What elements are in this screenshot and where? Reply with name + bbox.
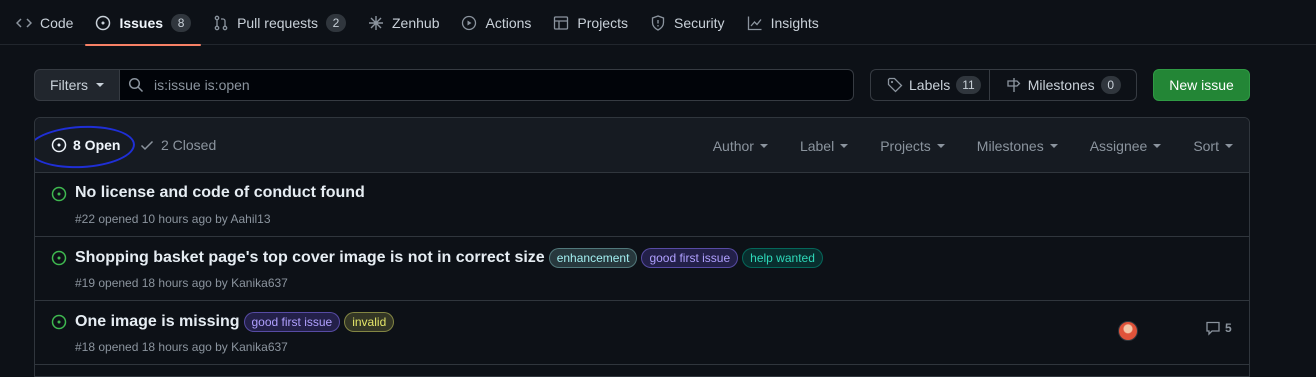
label-help-wanted[interactable]: help wanted bbox=[742, 248, 823, 268]
labels-button[interactable]: Labels 11 bbox=[871, 70, 989, 100]
tab-issues[interactable]: Issues 8 bbox=[85, 0, 201, 46]
issue-title-line: One image is missing good first issue in… bbox=[75, 312, 395, 332]
repo-nav: Code Issues 8 Pull requests 2 Zenhub Act… bbox=[0, 0, 1316, 46]
issue-meta: #18 opened 18 hours ago by Kanika637 bbox=[75, 340, 288, 354]
issue-row[interactable]: Shopping basket page's top cover image i… bbox=[35, 237, 1249, 301]
list-filters: Author Label Projects Milestones Assigne… bbox=[697, 118, 1249, 173]
tab-projects[interactable]: Projects bbox=[543, 0, 638, 45]
issue-row[interactable]: One image is missing good first issue in… bbox=[35, 301, 1249, 365]
comment-icon bbox=[1206, 321, 1220, 336]
milestones-count-badge: 0 bbox=[1100, 76, 1121, 94]
author-filter-label: Author bbox=[712, 137, 754, 154]
issues-toolbar: Filters Labels 11 Milestones 0 New issue bbox=[34, 69, 1250, 101]
issue-title-link[interactable]: One image is missing bbox=[75, 313, 240, 331]
chevron-down-icon bbox=[840, 143, 849, 148]
closed-count-label: 2 Closed bbox=[161, 137, 217, 153]
issues-list: 8 Open 2 Closed Author Label Projects Mi… bbox=[34, 117, 1250, 377]
label-filter-label: Label bbox=[799, 137, 835, 154]
issue-title-link[interactable]: Shopping basket page's top cover image i… bbox=[75, 249, 545, 267]
chevron-down-icon bbox=[759, 143, 768, 148]
table-icon bbox=[554, 15, 569, 30]
sort-filter[interactable]: Sort bbox=[1177, 138, 1249, 154]
issue-opened-icon bbox=[51, 250, 67, 266]
issue-meta: #19 opened 18 hours ago by Kanika637 bbox=[75, 276, 288, 290]
new-issue-button[interactable]: New issue bbox=[1153, 69, 1250, 101]
filters-button[interactable]: Filters bbox=[34, 69, 120, 101]
issue-row[interactable]: No license and code of conduct found #22… bbox=[35, 173, 1249, 237]
chevron-down-icon bbox=[96, 83, 105, 87]
label-invalid[interactable]: invalid bbox=[344, 312, 395, 332]
labels-count-badge: 11 bbox=[956, 76, 981, 94]
issues-list-header: 8 Open 2 Closed Author Label Projects Mi… bbox=[35, 118, 1249, 173]
issue-title-line: No license and code of conduct found bbox=[75, 184, 365, 202]
tab-code[interactable]: Code bbox=[6, 0, 83, 45]
check-icon bbox=[140, 140, 154, 151]
tab-zenhub-label: Zenhub bbox=[392, 14, 440, 31]
git-pull-request-icon bbox=[214, 15, 228, 30]
chevron-down-icon bbox=[1153, 143, 1162, 148]
comment-count: 5 bbox=[1225, 321, 1232, 335]
tab-pull-requests[interactable]: Pull requests 2 bbox=[203, 0, 356, 45]
issue-opened-icon bbox=[96, 15, 111, 30]
pull-requests-count-badge: 2 bbox=[326, 13, 346, 32]
assignee-filter[interactable]: Assignee bbox=[1074, 138, 1178, 154]
tab-code-label: Code bbox=[40, 14, 74, 31]
search-input[interactable] bbox=[154, 77, 834, 93]
issue-title-line: Shopping basket page's top cover image i… bbox=[75, 248, 823, 268]
author-filter[interactable]: Author bbox=[697, 138, 784, 154]
milestones-filter-label: Milestones bbox=[976, 137, 1044, 154]
play-icon bbox=[462, 15, 477, 30]
assignee-avatar[interactable] bbox=[1118, 321, 1138, 341]
graph-icon bbox=[747, 16, 762, 30]
code-icon bbox=[16, 17, 32, 28]
tab-actions-label: Actions bbox=[485, 14, 532, 31]
tab-insights[interactable]: Insights bbox=[737, 0, 829, 45]
tab-projects-label: Projects bbox=[577, 14, 628, 31]
open-count-label: 8 Open bbox=[73, 137, 121, 153]
label-good-first-issue[interactable]: good first issue bbox=[243, 312, 341, 332]
tab-issues-label: Issues bbox=[119, 14, 164, 31]
sort-filter-label: Sort bbox=[1193, 137, 1219, 154]
label-good-first-issue[interactable]: good first issue bbox=[641, 248, 739, 268]
issue-search bbox=[119, 69, 854, 101]
chevron-down-icon bbox=[1049, 143, 1058, 148]
comments-link[interactable]: 5 bbox=[1205, 320, 1232, 336]
projects-filter[interactable]: Projects bbox=[864, 138, 961, 154]
tab-zenhub[interactable]: Zenhub bbox=[358, 0, 449, 45]
tab-actions[interactable]: Actions bbox=[451, 0, 541, 45]
milestone-icon bbox=[1007, 78, 1021, 92]
assignee-filter-label: Assignee bbox=[1089, 137, 1148, 154]
zenhub-icon bbox=[369, 15, 383, 30]
projects-filter-label: Projects bbox=[880, 137, 931, 154]
issues-count-badge: 8 bbox=[171, 13, 192, 32]
closed-issues-filter[interactable]: 2 Closed bbox=[139, 137, 216, 153]
tab-insights-label: Insights bbox=[770, 14, 819, 31]
issue-opened-icon bbox=[51, 186, 67, 202]
search-icon bbox=[128, 77, 144, 93]
issue-opened-icon bbox=[51, 137, 67, 153]
open-issues-filter[interactable]: 8 Open bbox=[51, 137, 120, 153]
label-enhancement[interactable]: enhancement bbox=[548, 248, 638, 268]
tab-security[interactable]: Security bbox=[640, 0, 735, 45]
labels-milestones-group: Labels 11 Milestones 0 bbox=[870, 69, 1137, 101]
milestones-filter[interactable]: Milestones bbox=[961, 138, 1074, 154]
chevron-down-icon bbox=[1225, 143, 1233, 148]
issue-title-link[interactable]: No license and code of conduct found bbox=[75, 184, 365, 202]
tag-icon bbox=[887, 77, 903, 93]
shield-icon bbox=[651, 14, 665, 31]
tab-security-label: Security bbox=[673, 14, 725, 31]
tab-pull-requests-label: Pull requests bbox=[237, 14, 318, 31]
issue-meta: #22 opened 10 hours ago by Aahil13 bbox=[75, 212, 271, 226]
filters-label: Filters bbox=[49, 77, 89, 93]
label-filter[interactable]: Label bbox=[784, 138, 864, 154]
milestones-label: Milestones bbox=[1027, 77, 1095, 93]
milestones-button[interactable]: Milestones 0 bbox=[988, 70, 1129, 100]
issue-opened-icon bbox=[51, 314, 67, 330]
chevron-down-icon bbox=[936, 143, 945, 148]
labels-label: Labels bbox=[909, 77, 951, 93]
